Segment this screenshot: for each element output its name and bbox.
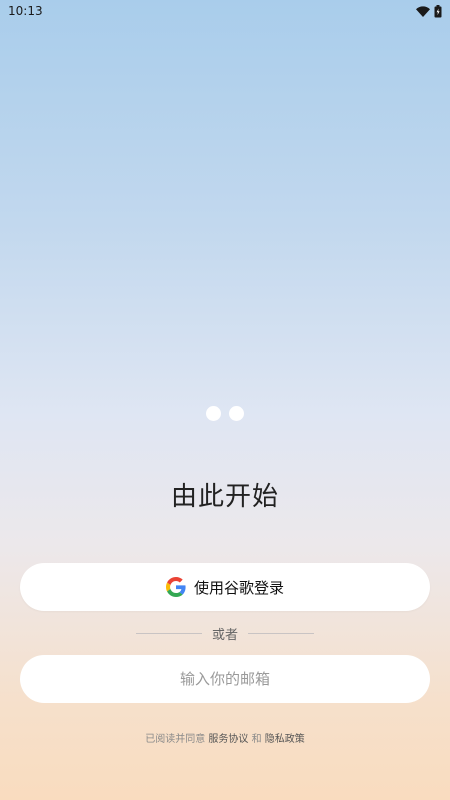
divider-line-left (135, 633, 202, 634)
terms-notice: 已阅读并同意 服务协议 和 隐私政策 (0, 730, 450, 745)
terms-and: 和 (248, 734, 265, 745)
email-field[interactable] (20, 655, 430, 703)
terms-prefix: 已阅读并同意 (145, 734, 209, 745)
status-bar: 10:13 (0, 0, 450, 22)
google-login-label: 使用谷歌登录 (193, 578, 284, 597)
page-title: 由此开始 (170, 482, 279, 512)
wifi-icon (416, 5, 430, 17)
status-icons (416, 4, 442, 18)
app-logo (0, 406, 450, 421)
logo-dot-left (206, 406, 221, 421)
status-time: 10:13 (8, 4, 43, 18)
google-login-button[interactable]: 使用谷歌登录 (20, 563, 430, 611)
divider-line-right (248, 633, 314, 634)
privacy-policy-link[interactable]: 隐私政策 (265, 734, 305, 745)
google-icon (165, 577, 186, 597)
divider-text: 或者 (211, 628, 238, 643)
logo-dot-right (229, 406, 244, 421)
or-divider: 或者 (0, 624, 450, 643)
service-agreement-link[interactable]: 服务协议 (208, 734, 248, 745)
battery-icon (434, 4, 442, 18)
